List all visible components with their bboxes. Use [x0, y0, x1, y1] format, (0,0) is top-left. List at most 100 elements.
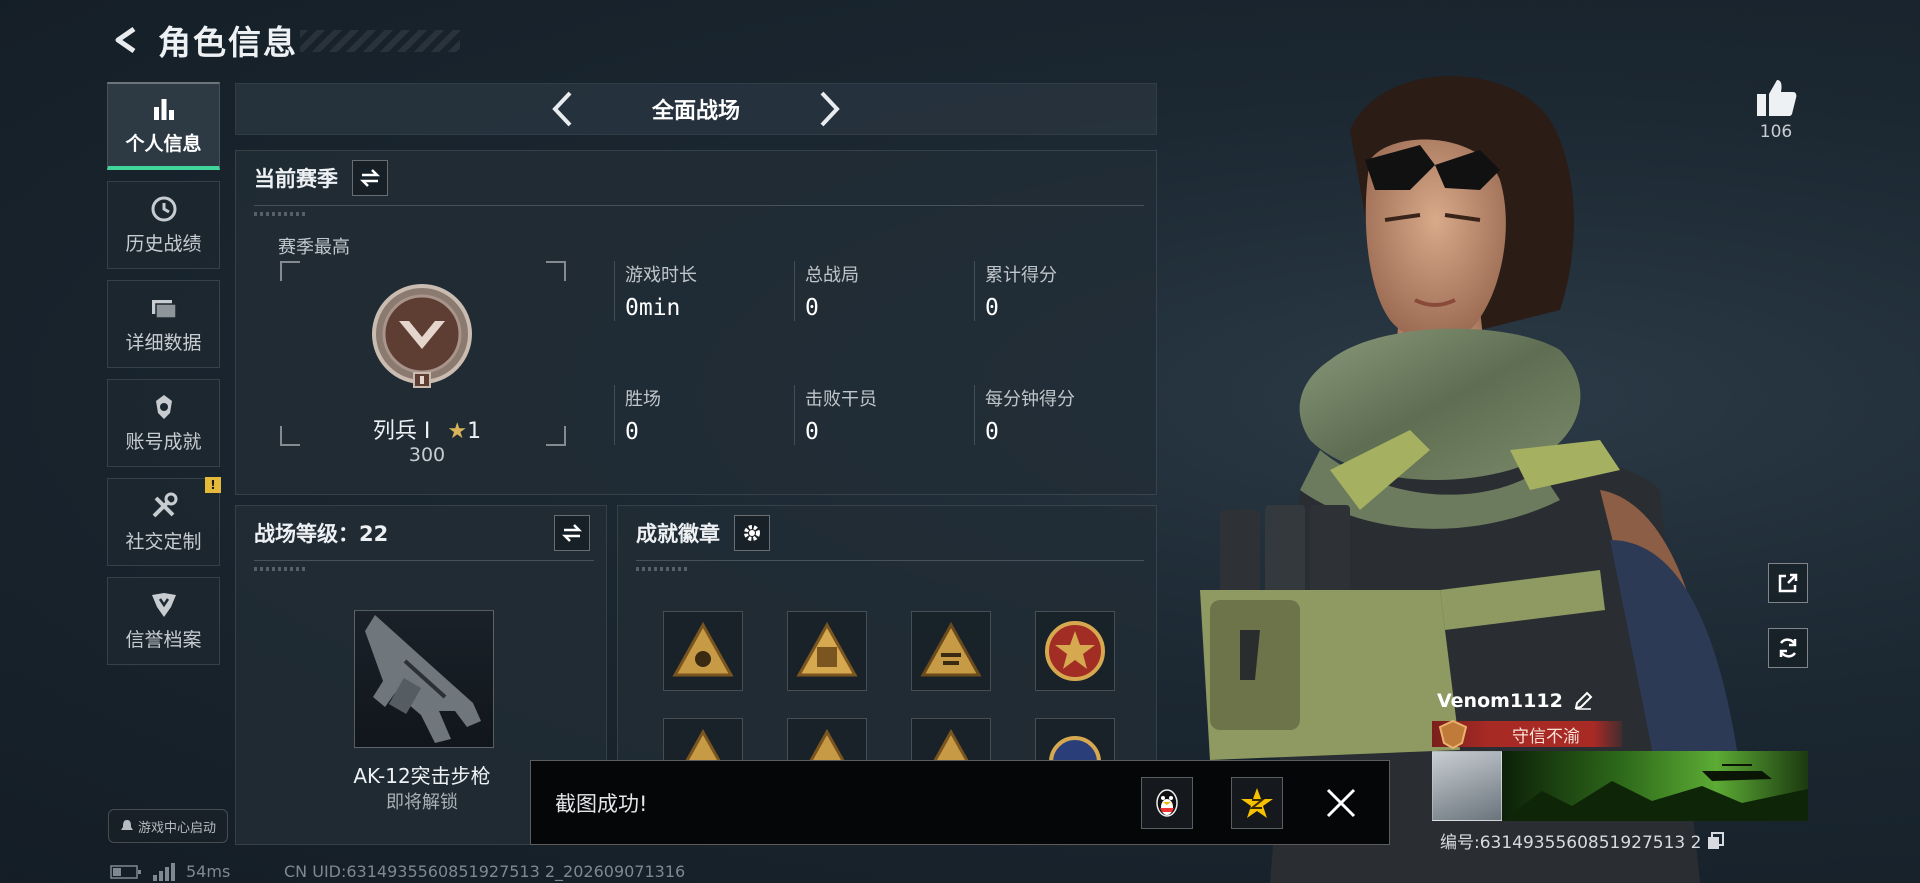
triangle-badge-s6-icon: [920, 621, 982, 677]
medal-icon: [155, 394, 172, 419]
game-center-launch-button[interactable]: 游戏中心启动: [108, 809, 228, 843]
chevron-left-icon: [552, 91, 572, 127]
stat-value: 0: [805, 419, 819, 445]
header: 角色信息: [110, 18, 460, 62]
page-title: 角色信息: [158, 23, 298, 62]
share-icon: [1778, 573, 1798, 593]
stat-score-per-minute: 每分钟得分 0: [974, 385, 1144, 445]
next-mode-button[interactable]: [810, 89, 850, 129]
divider-decoration: [636, 567, 688, 571]
bar-chart-icon: [153, 98, 174, 120]
stat-label: 累计得分: [985, 265, 1057, 286]
player-title: 守信不渝: [1512, 726, 1580, 747]
stat-total-score: 累计得分 0: [974, 261, 1144, 321]
rank-emblem-icon: [1438, 719, 1468, 749]
rank-name: 列兵 I ★1: [306, 413, 548, 445]
sidebar-item-personal-info[interactable]: 个人信息: [107, 82, 220, 170]
gear-icon: [744, 525, 760, 541]
level-switch-button[interactable]: [554, 515, 590, 551]
season-panel: 当前赛季 赛季最高 列兵 I ★1 300 游戏时长 0min 总战局 0 累计…: [235, 150, 1157, 495]
clock-icon: [151, 196, 176, 221]
player-card-banner[interactable]: [1432, 751, 1808, 821]
star-emblem-badge-icon: [1045, 621, 1105, 681]
sidebar-item-history[interactable]: 历史战绩: [107, 181, 220, 269]
season-title: 当前赛季: [254, 167, 338, 191]
stat-label: 总战局: [805, 265, 859, 286]
toast-message: 截图成功!: [555, 791, 648, 816]
player-id-row: 编号:6314935560851927513 2: [1440, 828, 1725, 853]
qzone-star-icon: [1241, 787, 1273, 818]
game-center-launch-label: 游戏中心启动: [137, 820, 216, 836]
title-decoration: [300, 30, 460, 52]
achievement-badge[interactable]: [911, 611, 991, 691]
share-qq-button[interactable]: [1141, 776, 1193, 829]
stat-play-time: 游戏时长 0min: [614, 261, 784, 321]
sidebar-item-label: 历史战绩: [125, 232, 202, 255]
divider: [636, 560, 1144, 561]
like-button[interactable]: [1748, 78, 1804, 118]
chevron-right-icon: [820, 91, 840, 127]
level-title: 战场等级：22: [254, 522, 389, 546]
sidebar: 个人信息 历史战绩 详细数据 账号成就 社交定制 ! 信誉档案: [107, 82, 221, 676]
like-widget: 106: [1748, 78, 1804, 142]
sidebar-item-label: 信誉档案: [125, 628, 202, 651]
divider-decoration: [254, 212, 306, 216]
close-icon: [1326, 788, 1356, 817]
stat-value: 0: [985, 419, 999, 445]
share-qzone-button[interactable]: [1231, 776, 1283, 829]
player-name: Venom1112: [1437, 690, 1563, 712]
rank-name-text: 列兵 I: [372, 419, 431, 444]
stat-label: 胜场: [625, 389, 661, 410]
stat-value: 0: [805, 295, 819, 321]
mode-title: 全面战场: [651, 99, 740, 124]
player-id: 编号:6314935560851927513 2: [1440, 833, 1702, 853]
stat-value: 0: [625, 419, 639, 445]
back-arrow-icon[interactable]: [110, 23, 144, 57]
share-button[interactable]: [1768, 563, 1808, 603]
stat-value: 0: [985, 295, 999, 321]
achievement-badge[interactable]: [663, 611, 743, 691]
sidebar-item-label: 账号成就: [125, 430, 202, 453]
shield-emblem-icon: [151, 592, 176, 617]
season-best-label: 赛季最高: [278, 237, 350, 258]
rank-stars: 1: [467, 419, 482, 444]
season-switch-button[interactable]: [352, 160, 388, 196]
battery-icon: [110, 864, 141, 879]
assault-rifle-icon: [365, 615, 481, 743]
copy-icon[interactable]: [1707, 831, 1725, 850]
stat-value: 0min: [625, 295, 681, 321]
achievement-badge[interactable]: [787, 611, 867, 691]
divider: [254, 205, 1144, 206]
star-icon: ★: [447, 419, 468, 444]
stat-wins: 胜场 0: [614, 385, 784, 445]
signal-icon: [153, 862, 175, 881]
sidebar-item-label: 详细数据: [125, 331, 202, 354]
edit-pencil-icon[interactable]: [1573, 691, 1593, 711]
sidebar-item-social-customize[interactable]: 社交定制 !: [107, 477, 221, 566]
sidebar-item-label: 社交定制: [125, 530, 202, 553]
screenshot-toast: 截图成功!: [530, 760, 1390, 845]
avatar[interactable]: [1432, 751, 1502, 821]
thumbs-up-icon: [1757, 80, 1797, 116]
sidebar-item-achievements[interactable]: 账号成就: [107, 379, 220, 467]
badges-title: 成就徽章: [636, 522, 720, 546]
weapon-preview[interactable]: [354, 610, 494, 748]
badges-header: 成就徽章: [618, 506, 1156, 560]
like-count: 106: [1759, 122, 1793, 142]
level-header: 战场等级：22: [236, 506, 606, 560]
refresh-button[interactable]: [1768, 628, 1808, 668]
achievement-badge[interactable]: [1035, 611, 1115, 691]
close-toast-button[interactable]: [1321, 783, 1361, 823]
stat-label: 游戏时长: [625, 265, 697, 286]
badges-settings-button[interactable]: [734, 515, 770, 551]
rank-medal-icon: [369, 283, 475, 389]
client-uid: CN UID:6314935560851927513 2_20260907131…: [284, 862, 686, 881]
status-bar: 54ms: [110, 862, 230, 881]
rank-score: 300: [408, 444, 446, 466]
sidebar-item-detailed-data[interactable]: 详细数据: [107, 280, 220, 368]
bell-icon: [120, 820, 133, 830]
previous-mode-button[interactable]: [542, 89, 582, 129]
divider-decoration: [254, 567, 306, 571]
sidebar-item-reputation[interactable]: 信誉档案: [107, 577, 220, 665]
stat-label: 击败干员: [805, 389, 877, 410]
